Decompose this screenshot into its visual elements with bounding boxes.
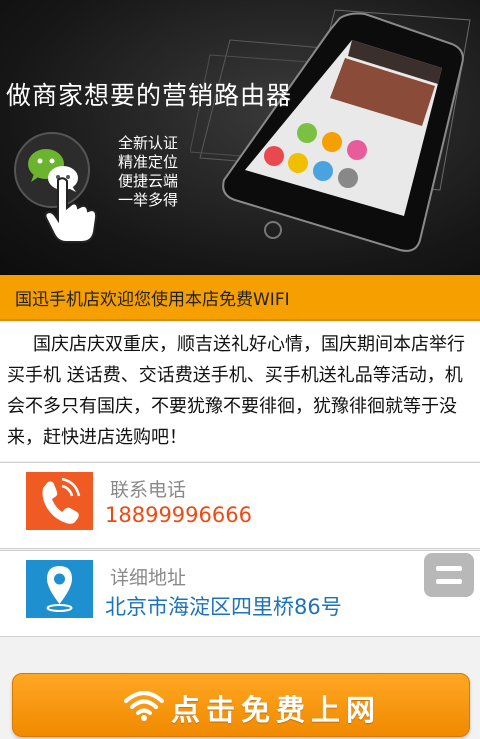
tap-hand-icon xyxy=(44,177,98,243)
banner-feature-item: 便捷云端 xyxy=(118,172,179,190)
menu-icon xyxy=(436,566,462,584)
banner-feature-item: 一举多得 xyxy=(118,191,179,209)
free-wifi-connect-label: 点击免费上网 xyxy=(171,693,382,727)
contact-phone-label: 联系电话 xyxy=(110,479,187,501)
promotion-description-text: 国庆店庆双重庆，顺吉送礼好心情，国庆期间本店举行买手机 送话费、交话费送手机、买… xyxy=(7,334,465,448)
contact-phone-number[interactable]: 18899996666 xyxy=(105,503,252,527)
menu-button[interactable] xyxy=(424,553,474,597)
free-wifi-connect-button[interactable]: 点击免费上网 xyxy=(12,673,470,737)
wifi-icon xyxy=(124,691,164,721)
promo-banner: 做商家想要的营销路由器 全新认证 精准定位 便捷云端 一举多得 xyxy=(0,0,480,275)
phone-icon xyxy=(26,472,93,530)
banner-feature-list: 全新认证 精准定位 便捷云端 一举多得 xyxy=(118,134,178,210)
promotion-description: 国庆店庆双重庆，顺吉送礼好心情，国庆期间本店举行买手机 送话费、交话费送手机、买… xyxy=(0,321,480,461)
banner-feature-item: 全新认证 xyxy=(118,134,179,152)
location-pin-icon xyxy=(26,560,93,618)
banner-title: 做商家想要的营销路由器 xyxy=(6,81,293,110)
address-value[interactable]: 北京市海淀区四里桥86号 xyxy=(105,591,342,621)
smartphone-illustration xyxy=(190,9,471,252)
welcome-notice-text: 国迅手机店欢迎您使用本店免费WIFI xyxy=(15,290,290,310)
welcome-notice-bar: 国迅手机店欢迎您使用本店免费WIFI xyxy=(0,275,480,321)
contact-phone-card[interactable]: 联系电话 18899996666 xyxy=(0,462,480,549)
banner-feature-item: 精准定位 xyxy=(118,153,179,171)
address-label: 详细地址 xyxy=(110,567,187,589)
address-card[interactable]: 详细地址 北京市海淀区四里桥86号 xyxy=(0,550,480,637)
page: 做商家想要的营销路由器 全新认证 精准定位 便捷云端 一举多得 国迅手机店欢迎您… xyxy=(0,0,480,739)
